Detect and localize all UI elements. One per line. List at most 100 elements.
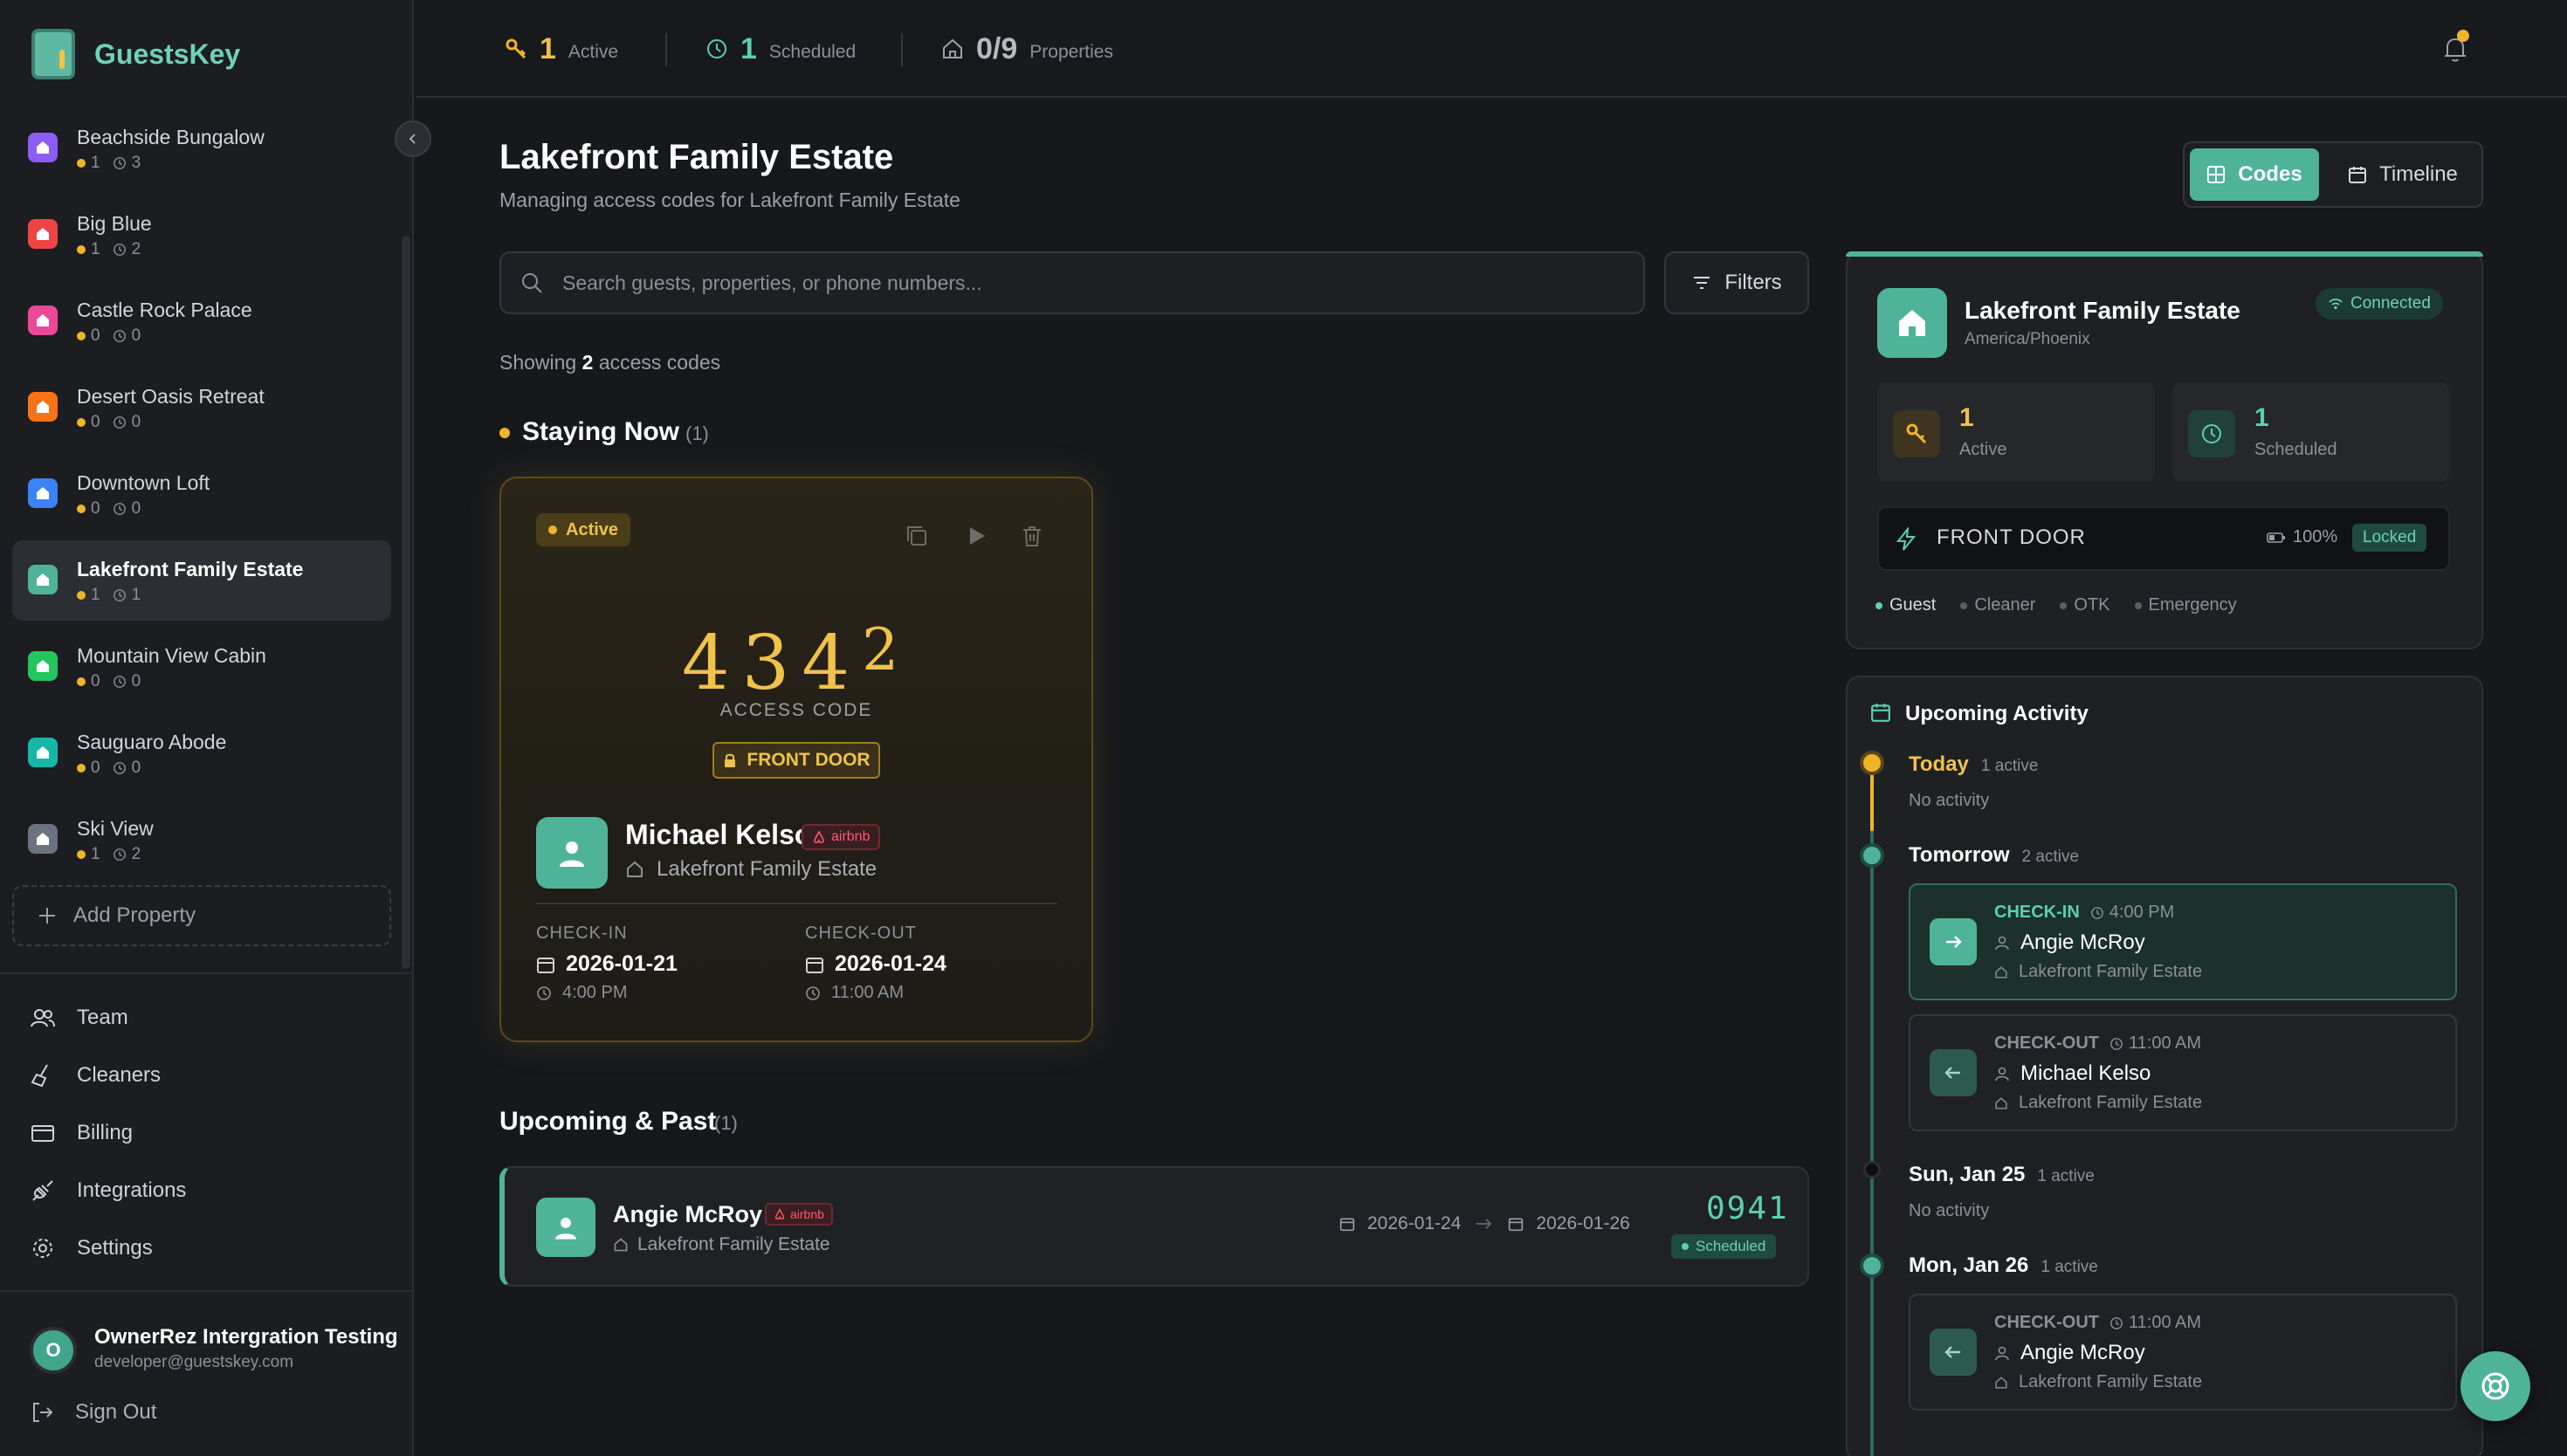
stat-value: 1 (2254, 403, 2269, 432)
search-box (499, 251, 1645, 314)
day-name: Tomorrow (1909, 843, 2010, 867)
clock-icon (113, 848, 126, 861)
sidebar-property-item[interactable]: Beachside Bungalow 1 3 (12, 108, 391, 189)
legend-dot (1875, 601, 1882, 609)
clock-icon (113, 416, 126, 429)
add-property-label: Add Property (73, 903, 196, 927)
add-property-button[interactable]: Add Property (12, 885, 391, 946)
sidebar-property-item[interactable]: Lakefront Family Estate 1 1 (12, 540, 391, 621)
gear-icon (33, 1239, 52, 1258)
play-button[interactable] (964, 524, 988, 548)
property-stats: 00 (77, 413, 141, 432)
divider (665, 33, 667, 66)
home-icon (1899, 310, 1925, 336)
door-label: FRONT DOOR (747, 750, 871, 770)
active-label: Active (568, 42, 619, 62)
home-icon (28, 219, 58, 249)
active-dot (77, 764, 86, 773)
activity-event[interactable]: CHECK-OUT 11:00 AM Michael Kelso Lakefro… (1909, 1014, 2457, 1131)
scheduled-count: 0 (131, 499, 141, 518)
user-icon (1995, 1067, 2009, 1082)
property-name: Lakefront Family Estate (657, 857, 877, 881)
start-date: 2026-01-24 (1367, 1213, 1462, 1233)
property-stats: 11 (77, 586, 141, 605)
sidebar-scrollbar[interactable] (402, 236, 410, 969)
legend-emergency[interactable]: Emergency (2134, 595, 2237, 615)
day-count: 1 active (1980, 757, 2039, 775)
activity-event[interactable]: CHECK-IN 4:00 PM Angie McRoy Lakefront F… (1909, 883, 2457, 1000)
scheduled-count: 1 (740, 31, 757, 65)
active-count: 1 (91, 154, 100, 172)
nav-billing[interactable]: Billing (30, 1116, 133, 1150)
property-name: Desert Oasis Retreat (77, 385, 265, 408)
time-value: 4:00 PM (562, 983, 628, 1002)
day-name: Sun, Jan 25 (1909, 1163, 2026, 1186)
calendar-icon (1509, 1218, 1524, 1232)
event-guest: Angie McRoy (1994, 1341, 2145, 1365)
copy-button[interactable] (905, 524, 929, 548)
calendar-icon (537, 957, 554, 973)
nav-cleaners[interactable]: Cleaners (30, 1058, 161, 1093)
filters-button[interactable]: Filters (1664, 251, 1809, 314)
event-type-label: CHECK-IN (1994, 903, 2080, 922)
connection-status-badge: Connected (2316, 288, 2443, 319)
chevron-left-icon (409, 134, 416, 144)
legend-label: Emergency (2148, 595, 2237, 615)
checkout-date: 2026-01-24 (805, 951, 946, 977)
property-name: Sauguaro Abode (77, 731, 227, 753)
page-subtitle: Managing access codes for Lakefront Fami… (499, 189, 960, 211)
event-type-label: CHECK-OUT (1994, 1313, 2099, 1332)
guest-name: Michael Kelso (625, 819, 812, 850)
activity-event[interactable]: CHECK-OUT 11:00 AM Angie McRoy Lakefront… (1909, 1294, 2457, 1411)
property-name: Castle Rock Palace (77, 299, 252, 321)
clock-icon (806, 986, 820, 1000)
timeline-view-button[interactable]: Timeline (2330, 148, 2476, 201)
code-digit: 4 (802, 620, 863, 707)
checkout-time: 11:00 AM (805, 983, 904, 1003)
access-code: 0941 (1706, 1191, 1789, 1226)
top-stat-active: 1 Active (505, 30, 618, 68)
legend-cleaner[interactable]: Cleaner (1960, 595, 2035, 615)
active-count: 0 (91, 413, 100, 431)
active-dot (77, 245, 86, 254)
code-digit: 4 (681, 620, 742, 707)
nav-settings[interactable]: Settings (30, 1231, 153, 1266)
nav-team[interactable]: Team (30, 1000, 128, 1035)
event-type: CHECK-IN 4:00 PM (1994, 903, 2174, 923)
guest-name: Angie McRoy (2020, 1341, 2145, 1364)
avatar[interactable]: O (30, 1327, 77, 1374)
properties-count: 0/9 (976, 31, 1018, 65)
status-label: Connected (2350, 294, 2431, 312)
scheduled-count: 3 (131, 154, 141, 172)
stat-label: Scheduled (2254, 440, 2337, 459)
timeline-dot-mon (1860, 1253, 1884, 1278)
sidebar-property-item[interactable]: Big Blue 1 2 (12, 195, 391, 275)
delete-button[interactable] (1020, 524, 1044, 548)
legend-guest[interactable]: Guest (1875, 595, 1936, 615)
sign-out-button[interactable]: Sign Out (30, 1395, 156, 1430)
legend-otk[interactable]: OTK (2060, 595, 2110, 615)
page-title: Lakefront Family Estate (499, 138, 894, 176)
clock-icon (113, 244, 126, 256)
sidebar-property-item[interactable]: Desert Oasis Retreat 0 0 (12, 367, 391, 448)
search-input[interactable] (562, 271, 1610, 295)
arrow-right-icon (1476, 1219, 1492, 1229)
sidebar-property-item[interactable]: Sauguaro Abode 0 0 (12, 713, 391, 793)
brand[interactable]: GuestsKey (31, 26, 240, 82)
sidebar-property-item[interactable]: Ski View 1 2 (12, 800, 391, 880)
checkin-date: 2026-01-21 (536, 951, 678, 977)
nav-integrations[interactable]: Integrations (30, 1173, 186, 1208)
legend-dot (2060, 601, 2068, 609)
collapse-sidebar-button[interactable] (395, 120, 431, 157)
sidebar-property-item[interactable]: Downtown Loft 0 0 (12, 454, 391, 534)
badge-label: Scheduled (1696, 1238, 1766, 1254)
clock-icon (113, 157, 126, 169)
scheduled-count: 1 (131, 586, 141, 604)
sidebar-property-item[interactable]: Mountain View Cabin 0 0 (12, 627, 391, 707)
help-button[interactable] (2460, 1351, 2530, 1421)
legend-dot (1960, 601, 1968, 609)
codes-label: Codes (2238, 162, 2302, 186)
sidebar-property-item[interactable]: Castle Rock Palace 0 0 (12, 281, 391, 361)
codes-view-button[interactable]: Codes (2190, 148, 2319, 201)
clock-icon (113, 330, 126, 342)
